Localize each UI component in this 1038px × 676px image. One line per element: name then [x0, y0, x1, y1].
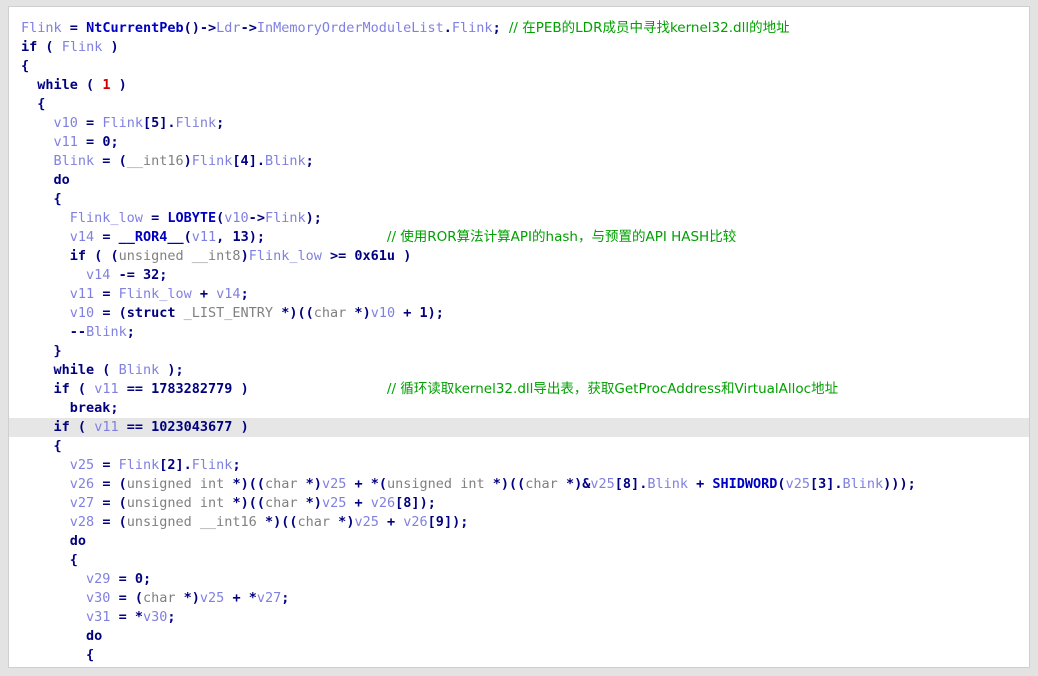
code-line[interactable]: v11 = Flink_low + v14; [9, 285, 1029, 304]
code-comment: // 在PEB的LDR成员中寻找kernel32.dll的地址 [508, 20, 790, 36]
screenshot-root: ´ Flink = NtCurrentPeb()->Ldr->InMemoryOr… [0, 0, 1038, 676]
code-line[interactable]: do [9, 627, 1029, 646]
code-line[interactable]: Flink_low = LOBYTE(v10->Flink); [9, 209, 1029, 228]
code-line[interactable]: v25 = Flink[2].Flink; [9, 456, 1029, 475]
pseudocode-scroll-area[interactable]: ´ Flink = NtCurrentPeb()->Ldr->InMemoryOr… [9, 6, 1029, 667]
code-line[interactable]: if ( Flink ) [9, 38, 1029, 57]
code-line[interactable]: v10 = (struct _LIST_ENTRY *)((char *)v10… [9, 304, 1029, 323]
code-line[interactable]: { [9, 646, 1029, 665]
code-line[interactable]: { [9, 57, 1029, 76]
code-line[interactable]: v14 = __ROR4__(v11, 13); // 使用ROR算法计算API… [9, 228, 1029, 247]
code-line[interactable]: Flink = NtCurrentPeb()->Ldr->InMemoryOrd… [9, 19, 1029, 38]
code-comment: // 循环读取kernel32.dll导出表，获取GetProcAddress和… [386, 381, 839, 397]
code-line[interactable]: v11 = 0; [9, 133, 1029, 152]
code-line[interactable]: v27 = (unsigned int *)((char *)v25 + v26… [9, 494, 1029, 513]
code-line[interactable]: v14 -= 32; [9, 266, 1029, 285]
code-line[interactable]: do [9, 171, 1029, 190]
code-line[interactable]: --Blink; [9, 323, 1029, 342]
code-line[interactable]: v30 = (char *)v25 + *v27; [9, 589, 1029, 608]
code-line[interactable]: ´ [9, 6, 1029, 19]
code-line[interactable]: do [9, 532, 1029, 551]
pseudocode-panel[interactable]: ´ Flink = NtCurrentPeb()->Ldr->InMemoryOr… [8, 6, 1030, 668]
code-line[interactable]: v28 = (unsigned __int16 *)((char *)v25 +… [9, 513, 1029, 532]
code-line[interactable]: v29 = 0; [9, 570, 1029, 589]
code-comment: // 使用ROR算法计算API的hash，与预置的API HASH比较 [386, 229, 737, 245]
code-line[interactable]: while ( Blink ); [9, 361, 1029, 380]
code-line[interactable]: v10 = Flink[5].Flink; [9, 114, 1029, 133]
code-line[interactable]: if ( (unsigned __int8)Flink_low >= 0x61u… [9, 247, 1029, 266]
code-line[interactable]: v26 = (unsigned int *)((char *)v25 + *(u… [9, 475, 1029, 494]
code-line[interactable]: { [9, 95, 1029, 114]
code-line[interactable]: break; [9, 399, 1029, 418]
code-line[interactable]: Blink = (__int16)Flink[4].Blink; [9, 152, 1029, 171]
code-line[interactable]: while ( 1 ) [9, 76, 1029, 95]
code-line[interactable]: if ( v11 == 1783282779 ) // 循环读取kernel32… [9, 380, 1029, 399]
code-line[interactable]: { [9, 190, 1029, 209]
code-line-highlighted[interactable]: if ( v11 == 1023043677 ) [9, 418, 1029, 437]
code-line[interactable]: v31 = *v30; [9, 608, 1029, 627]
code-line[interactable]: { [9, 437, 1029, 456]
code-line[interactable]: { [9, 551, 1029, 570]
partial-glyph: ´ [21, 6, 30, 17]
code-line[interactable]: } [9, 342, 1029, 361]
